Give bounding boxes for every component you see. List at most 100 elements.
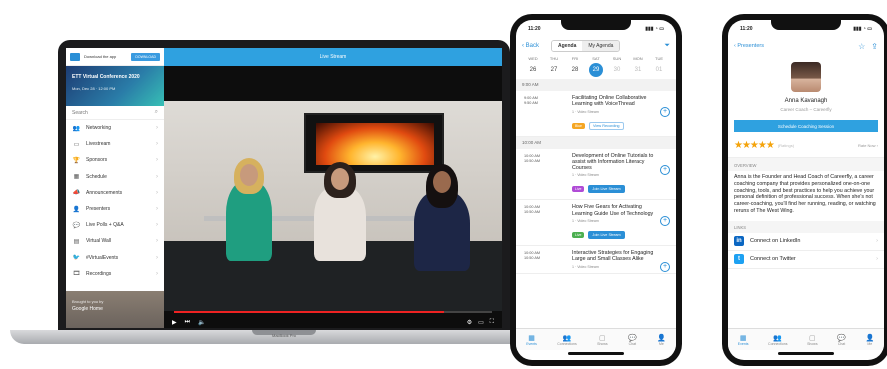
day-item[interactable]: THU 27 bbox=[545, 56, 563, 77]
skip-icon[interactable]: ⏭ bbox=[185, 319, 190, 326]
back-button[interactable]: ‹ Presenters bbox=[734, 43, 764, 49]
megaphone-icon: 📣 bbox=[72, 190, 81, 197]
home-indicator bbox=[568, 352, 624, 355]
live-video-player[interactable]: ▶ ⏭ 🔈 ⚙ ▭ ⛶ bbox=[164, 66, 502, 328]
sidebar-item[interactable]: 👥 Networking › bbox=[66, 120, 164, 136]
tab-events[interactable]: ▦ Events bbox=[526, 334, 537, 346]
fullscreen-icon[interactable]: ⛶ bbox=[490, 319, 494, 326]
sidebar-search[interactable]: Search ⌕ bbox=[66, 106, 164, 120]
segment-my-agenda[interactable]: My Agenda bbox=[582, 41, 620, 51]
session-tags: Blue View Recording bbox=[572, 114, 654, 132]
sidebar-item[interactable]: ▤ Virtual Wall › bbox=[66, 233, 164, 249]
tab-connections[interactable]: 👥 Connections bbox=[557, 334, 576, 346]
sidebar-item[interactable]: 🎞 Recordings › bbox=[66, 266, 164, 282]
wall-icon: ▤ bbox=[73, 238, 80, 245]
sidebar-item[interactable]: 🐦 #VirtualEvents › bbox=[66, 250, 164, 266]
session-meta: 1 · Video Stream bbox=[572, 264, 599, 269]
volume-icon[interactable]: 🔈 bbox=[198, 319, 205, 326]
session-end: 10:50 AM bbox=[524, 256, 541, 261]
video-progress-bar[interactable] bbox=[174, 311, 492, 313]
video-progress-fill bbox=[174, 311, 445, 313]
play-icon[interactable]: ▶ bbox=[172, 319, 177, 326]
session-action-button[interactable]: View Recording bbox=[589, 121, 624, 130]
add-session-icon[interactable]: + bbox=[660, 107, 670, 117]
day-name: WED bbox=[528, 56, 538, 61]
day-number: 29 bbox=[589, 63, 603, 77]
tab-shows[interactable]: ▢ Shows bbox=[597, 334, 608, 346]
panelist-left-head bbox=[240, 164, 258, 186]
segment-agenda[interactable]: Agenda bbox=[552, 41, 583, 51]
session-item[interactable]: 10:00 AM 10:50 AM Development of Online Tu… bbox=[516, 149, 676, 201]
star-icon[interactable]: ☆ bbox=[858, 42, 865, 51]
sidebar-item[interactable]: 👤 Presenters › bbox=[66, 201, 164, 217]
session-item[interactable]: 10:00 AM 10:50 AM How Five Gears for Activ… bbox=[516, 200, 676, 247]
sidebar-item[interactable]: ▦ Schedule › bbox=[66, 169, 164, 185]
add-session-icon[interactable]: + bbox=[660, 164, 670, 175]
sidebar-item-label: Recordings bbox=[86, 270, 112, 277]
day-item[interactable]: TUE 01 bbox=[650, 56, 668, 77]
day-item[interactable]: SAT 29 bbox=[587, 56, 605, 77]
link-label: Connect on LinkedIn bbox=[750, 238, 801, 245]
day-number: 28 bbox=[571, 67, 579, 73]
tab-label: Me bbox=[867, 341, 873, 346]
day-number: 30 bbox=[613, 67, 621, 73]
tab-label: Chat bbox=[628, 341, 637, 346]
sidebar-item[interactable]: 💬 Live Polls + Q&A › bbox=[66, 217, 164, 233]
film-icon: 🎞 bbox=[72, 271, 81, 278]
rating-stars[interactable]: ★★★★★ bbox=[734, 140, 775, 151]
day-item[interactable]: WED 26 bbox=[524, 56, 542, 77]
time-header: 10:00 AM bbox=[516, 136, 676, 149]
session-time: 10:00 AM 10:50 AM bbox=[524, 205, 540, 215]
day-item[interactable]: SUN 30 bbox=[608, 56, 626, 77]
session-time: 9:00 AM 9:50 AM bbox=[524, 96, 538, 106]
back-button[interactable]: ‹ Back bbox=[522, 43, 539, 49]
rate-now-link[interactable]: Rate Now › bbox=[858, 143, 878, 148]
video-controls: ▶ ⏭ 🔈 ⚙ ▭ ⛶ bbox=[164, 316, 502, 328]
tab-events[interactable]: ▦ Events bbox=[738, 334, 749, 346]
rating-count: (Ratings) bbox=[777, 143, 795, 148]
tab-chat[interactable]: 💬 Chat bbox=[837, 334, 846, 346]
sidebar-item[interactable]: ▭ Livestream › bbox=[66, 136, 164, 152]
tab-me[interactable]: 👤 Me bbox=[657, 334, 666, 346]
tab-me[interactable]: 👤 Me bbox=[865, 334, 874, 346]
session-title: Interactive Strategies for Engaging Larg… bbox=[572, 250, 654, 263]
session-title: Facilitating Online Collaborative Learni… bbox=[572, 95, 647, 108]
download-button[interactable]: DOWNLOAD bbox=[131, 52, 160, 61]
sidebar-topbar: Download the app DOWNLOAD bbox=[66, 48, 164, 66]
tab-icon: ▦ bbox=[528, 334, 535, 342]
tab-connections[interactable]: 👥 Connections bbox=[768, 334, 787, 346]
captions-icon[interactable]: ▭ bbox=[478, 319, 484, 326]
chevron-right-icon: › bbox=[156, 157, 158, 164]
session-action-button[interactable]: Join Live Stream bbox=[588, 185, 625, 194]
search-icon: ⌕ bbox=[154, 109, 158, 115]
session-action-button[interactable]: Join Live Stream bbox=[588, 231, 625, 240]
tab-chat[interactable]: 💬 Chat bbox=[628, 334, 637, 346]
session-item[interactable]: 9:00 AM 9:50 AM Facilitating Online Collab… bbox=[516, 91, 676, 137]
back-label: Presenters bbox=[737, 43, 764, 49]
link-item[interactable]: t Connect on Twitter › bbox=[728, 251, 884, 269]
app-name: Download the app bbox=[84, 54, 117, 59]
settings-icon[interactable]: ⚙ bbox=[467, 319, 472, 326]
search-input[interactable]: Search bbox=[72, 110, 88, 116]
chevron-right-icon: › bbox=[156, 125, 158, 132]
phone-notch bbox=[561, 20, 631, 30]
link-item[interactable]: in Connect on LinkedIn › bbox=[728, 233, 884, 251]
sidebar-item[interactable]: 🏆 Sponsors › bbox=[66, 152, 164, 168]
add-session-icon[interactable]: + bbox=[660, 216, 670, 227]
session-end: 10:50 AM bbox=[524, 210, 541, 215]
tab-icon: ▢ bbox=[599, 334, 606, 342]
add-session-icon[interactable]: + bbox=[660, 262, 670, 273]
sponsor-video-tile[interactable]: Brought to you by Google Home bbox=[66, 291, 164, 328]
schedule-coaching-button[interactable]: Schedule Coaching Session bbox=[734, 120, 878, 132]
session-item[interactable]: 10:00 AM 10:50 AM Interactive Strategies f… bbox=[516, 246, 676, 274]
sidebar-item[interactable]: 📣 Announcements › bbox=[66, 185, 164, 201]
avatar bbox=[791, 62, 821, 92]
share-icon[interactable]: ⇪ bbox=[871, 42, 878, 51]
tab-label: Connections bbox=[768, 341, 788, 346]
tab-shows[interactable]: ▢ Shows bbox=[807, 334, 818, 346]
day-item[interactable]: FRI 28 bbox=[566, 56, 584, 77]
day-item[interactable]: MON 31 bbox=[629, 56, 647, 77]
people-icon: 👥 bbox=[72, 125, 81, 132]
filter-icon[interactable]: ⏷ bbox=[664, 42, 670, 50]
tab-label: Chat bbox=[837, 341, 846, 346]
